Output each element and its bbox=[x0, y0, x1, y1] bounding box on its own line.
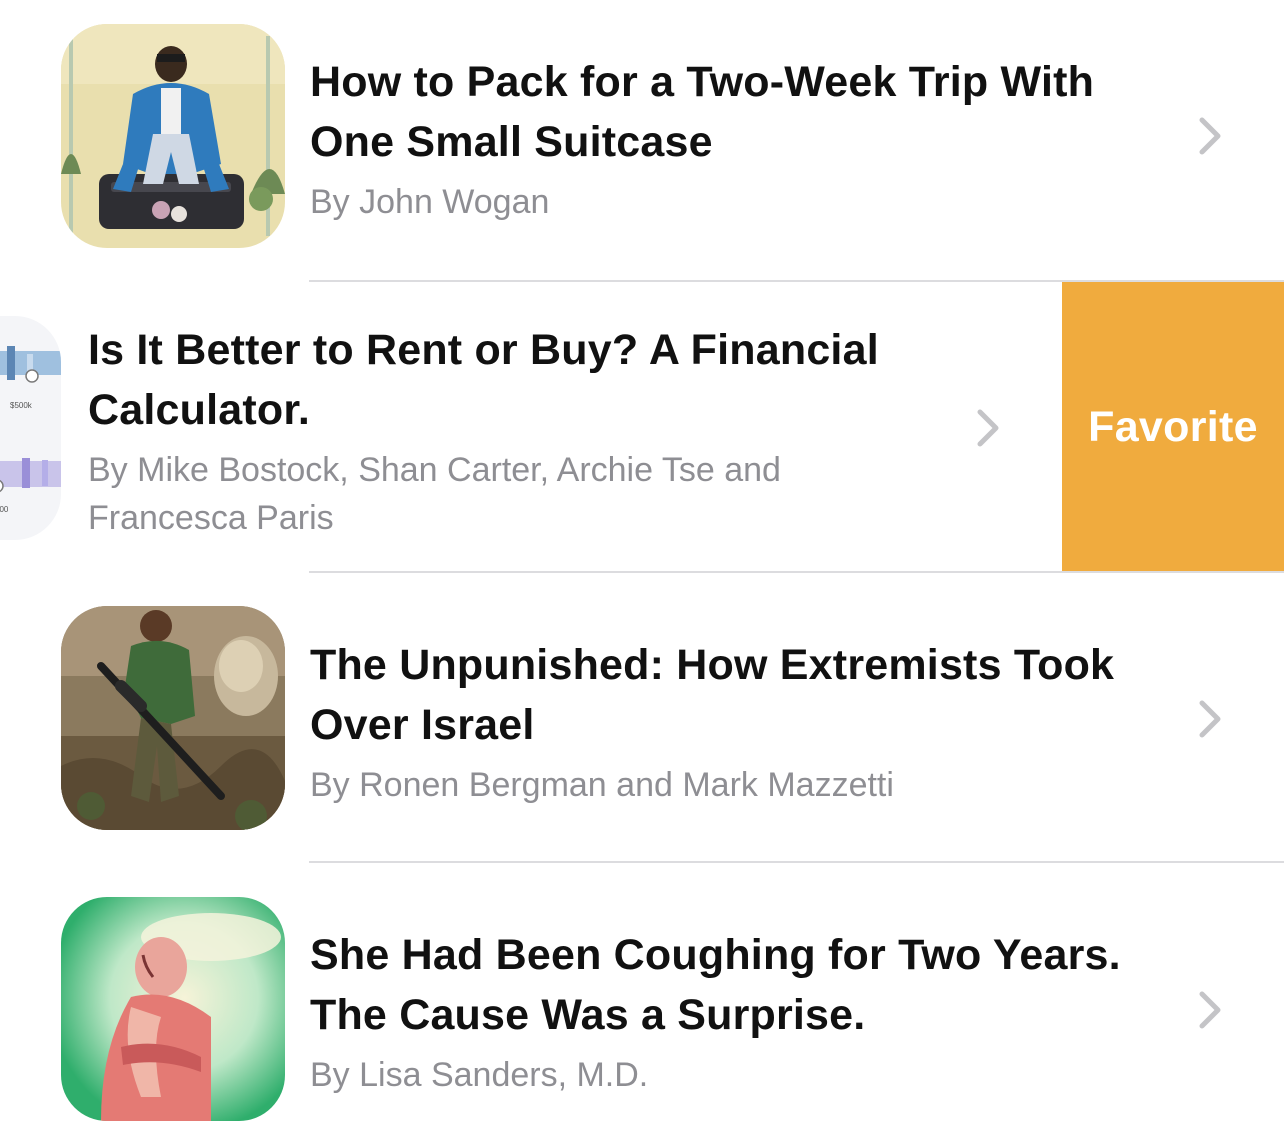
article-byline: By John Wogan bbox=[310, 183, 550, 221]
article-text: How to Pack for a Two-Week Trip With One… bbox=[310, 52, 1170, 226]
article-thumbnail bbox=[61, 606, 285, 830]
packing-illustration-icon bbox=[61, 24, 285, 248]
chevron-right-icon bbox=[1196, 697, 1226, 741]
chevron-right-icon bbox=[1196, 114, 1226, 158]
article-title: The Unpunished: How Extremists Took Over… bbox=[310, 641, 1115, 749]
article-byline: By Ronen Bergman and Mark Mazzetti bbox=[310, 766, 894, 804]
chevron-right-icon bbox=[974, 406, 1004, 450]
article-byline: By Lisa Sanders, M.D. bbox=[310, 1056, 649, 1094]
article-thumbnail bbox=[61, 897, 285, 1121]
calculator-chart-thumbnail-icon: $500k 000 bbox=[0, 316, 61, 540]
favorite-swipe-button[interactable]: Favorite bbox=[1062, 282, 1284, 572]
svg-text:$500k: $500k bbox=[10, 401, 33, 410]
article-row[interactable]: She Had Been Coughing for Two Years. The… bbox=[0, 863, 1284, 1141]
soldier-photo-icon bbox=[61, 606, 285, 830]
favorite-label: Favorite bbox=[1088, 402, 1258, 451]
article-thumbnail bbox=[61, 24, 285, 248]
article-title: Is It Better to Rent or Buy? A Financial… bbox=[88, 326, 879, 434]
svg-text:000: 000 bbox=[0, 505, 9, 514]
article-title: She Had Been Coughing for Two Years. The… bbox=[310, 931, 1121, 1039]
article-title: How to Pack for a Two-Week Trip With One… bbox=[310, 58, 1095, 166]
article-text: Is It Better to Rent or Buy? A Financial… bbox=[88, 320, 928, 542]
article-thumbnail: $500k 000 bbox=[0, 316, 61, 540]
article-text: She Had Been Coughing for Two Years. The… bbox=[310, 925, 1170, 1099]
coughing-figure-illustration-icon bbox=[61, 897, 285, 1121]
article-row[interactable]: How to Pack for a Two-Week Trip With One… bbox=[0, 0, 1284, 282]
article-byline: By Mike Bostock, Shan Carter, Archie Tse… bbox=[88, 451, 781, 537]
article-text: The Unpunished: How Extremists Took Over… bbox=[310, 635, 1170, 809]
chevron-right-icon bbox=[1196, 988, 1226, 1032]
article-row[interactable]: The Unpunished: How Extremists Took Over… bbox=[0, 573, 1284, 863]
